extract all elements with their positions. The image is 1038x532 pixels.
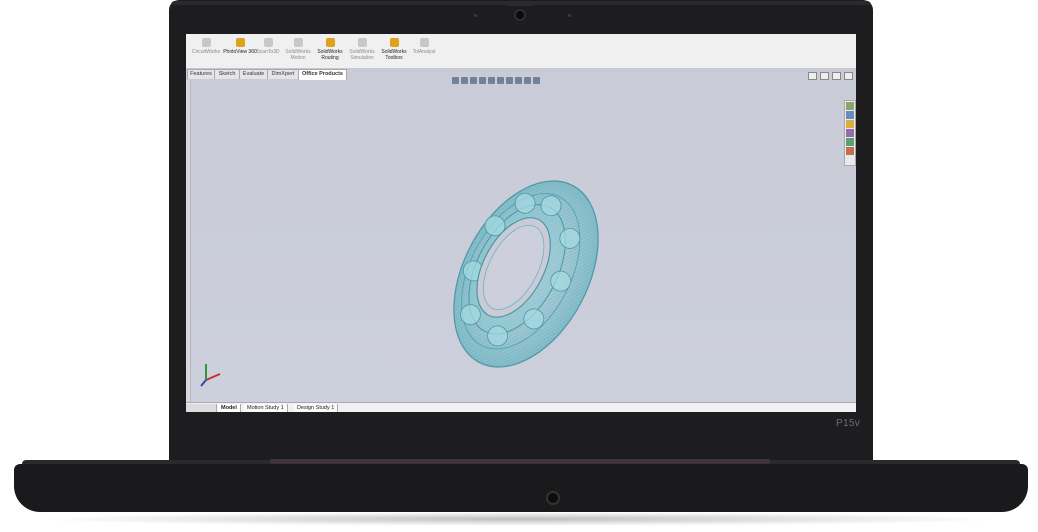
motion-icon [293, 38, 303, 47]
camera-shutter [506, 3, 534, 6]
restore-icon[interactable] [808, 72, 817, 80]
tab-scroll-arrows[interactable] [186, 404, 217, 412]
minimize-icon[interactable] [832, 72, 841, 80]
command-ribbon: CircuitWorks PhotoView 360 ScanTo3D Soli… [186, 34, 856, 69]
lid-notch [546, 491, 560, 505]
device-shadow [30, 512, 1010, 526]
view-orientation-icon[interactable] [488, 77, 495, 84]
ribbon-item-tolanalyst[interactable]: TolAnalyst [406, 38, 442, 55]
tab-sketch[interactable]: Sketch [214, 69, 240, 79]
hide-show-icon[interactable] [506, 77, 513, 84]
tab-features[interactable]: Features [187, 69, 215, 79]
microphone-icon [568, 14, 571, 17]
tab-motion-study[interactable]: Motion Study 1 [244, 404, 288, 412]
tab-evaluate[interactable]: Evaluate [239, 69, 268, 79]
task-pane-icon [846, 147, 854, 155]
display-style-icon[interactable] [497, 77, 504, 84]
task-pane-tabs[interactable] [844, 100, 856, 166]
section-view-icon[interactable] [479, 77, 486, 84]
zoom-fit-icon[interactable] [452, 77, 459, 84]
routing-icon [325, 38, 335, 47]
simulation-icon [357, 38, 367, 47]
photoview-icon [235, 38, 245, 47]
bearing-model [453, 180, 599, 368]
screen: CircuitWorks PhotoView 360 ScanTo3D Soli… [186, 34, 856, 412]
ribbon-item-routing[interactable]: SolidWorks Routing [312, 38, 348, 61]
model-tabs-bar: Model Motion Study 1 Design Study 1 [186, 402, 856, 412]
tolanalyst-icon [419, 38, 429, 47]
ribbon-item-motion[interactable]: SolidWorks Motion [280, 38, 316, 61]
previous-view-icon[interactable] [470, 77, 477, 84]
task-pane-icon [846, 120, 854, 128]
maximize-icon[interactable] [820, 72, 829, 80]
appearance-icon[interactable] [515, 77, 522, 84]
heads-up-view-toolbar [452, 71, 602, 84]
ribbon-item-simulation[interactable]: SolidWorks Simulation [344, 38, 380, 61]
tab-dimxpert[interactable]: DimXpert [267, 69, 299, 79]
tab-design-study[interactable]: Design Study 1 [294, 404, 339, 412]
feature-manager-collapsed[interactable] [186, 80, 191, 402]
ribbon-item-circuitworks[interactable]: CircuitWorks [188, 38, 224, 55]
task-pane-icon [846, 102, 854, 110]
toolbox-icon [389, 38, 399, 47]
zoom-area-icon[interactable] [461, 77, 468, 84]
task-pane-icon [846, 129, 854, 137]
graphics-area[interactable] [186, 80, 856, 402]
circuitworks-icon [201, 38, 211, 47]
tab-model[interactable]: Model [218, 404, 241, 412]
microphone-icon [474, 14, 477, 17]
scanto3d-icon [263, 38, 273, 47]
task-pane-icon [846, 138, 854, 146]
webcam-icon [514, 9, 526, 21]
model-label: P15v [836, 418, 860, 429]
scene-icon[interactable] [524, 77, 531, 84]
close-icon[interactable] [844, 72, 853, 80]
view-settings-icon[interactable] [533, 77, 540, 84]
hinge-accent [270, 463, 770, 464]
laptop-base [14, 464, 1028, 512]
axis-triad-icon [200, 364, 221, 387]
tab-office-products[interactable]: Office Products [298, 69, 347, 80]
task-pane-icon [846, 111, 854, 119]
